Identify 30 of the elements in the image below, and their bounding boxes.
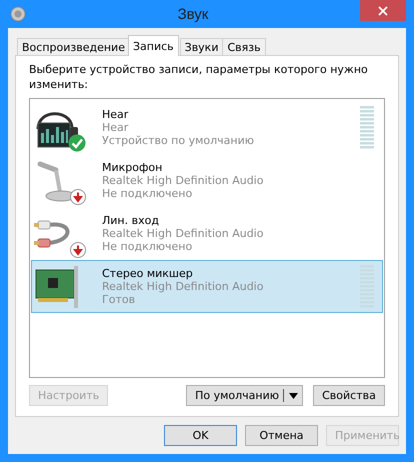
device-status: Устройство по умолчанию xyxy=(102,134,256,147)
tab[interactable]: Воспроизведение xyxy=(17,38,130,56)
dialog-button[interactable]: Отмена xyxy=(245,425,318,446)
speaker-icon xyxy=(10,6,26,22)
device-driver: Hear xyxy=(102,121,130,134)
instruction-text: Выберите устройство записи, параметры которого нужно изменить: xyxy=(29,62,369,92)
close-button[interactable] xyxy=(360,0,406,21)
device-item[interactable]: Стерео микшер Realtek High Definition Audio Готов xyxy=(31,260,383,313)
dialog-button[interactable]: OK xyxy=(164,425,237,446)
device-status: Не подключено xyxy=(102,187,194,200)
device-driver: Realtek High Definition Audio xyxy=(102,227,264,240)
device-item[interactable]: Лин. вход Realtek High Definition Audio Не подключено xyxy=(31,207,383,260)
properties-button[interactable]: Свойства xyxy=(313,385,385,406)
tab[interactable]: Связь xyxy=(222,38,266,56)
window-title: Звук xyxy=(176,6,210,22)
device-item[interactable]: Hear Hear Устройство по умолчанию xyxy=(31,101,383,154)
device-driver: Realtek High Definition Audio xyxy=(102,280,264,293)
dropdown-arrow-icon xyxy=(289,392,298,398)
device-name: Hear xyxy=(102,108,130,121)
device-status: Готов xyxy=(102,293,136,306)
device-item[interactable]: Микрофон Realtek High Definition Audio Не подключено xyxy=(31,154,383,207)
tab[interactable]: Звуки xyxy=(180,38,224,56)
device-driver: Realtek High Definition Audio xyxy=(102,174,264,187)
device-name: Микрофон xyxy=(102,161,164,174)
device-status: Не подключено xyxy=(102,240,194,253)
close-icon xyxy=(378,6,388,16)
device-name: Лин. вход xyxy=(102,214,160,227)
device-name: Стерео микшер xyxy=(102,267,194,280)
set-default-button[interactable]: По умолчанию xyxy=(186,385,303,406)
tab[interactable]: Запись xyxy=(128,35,179,56)
